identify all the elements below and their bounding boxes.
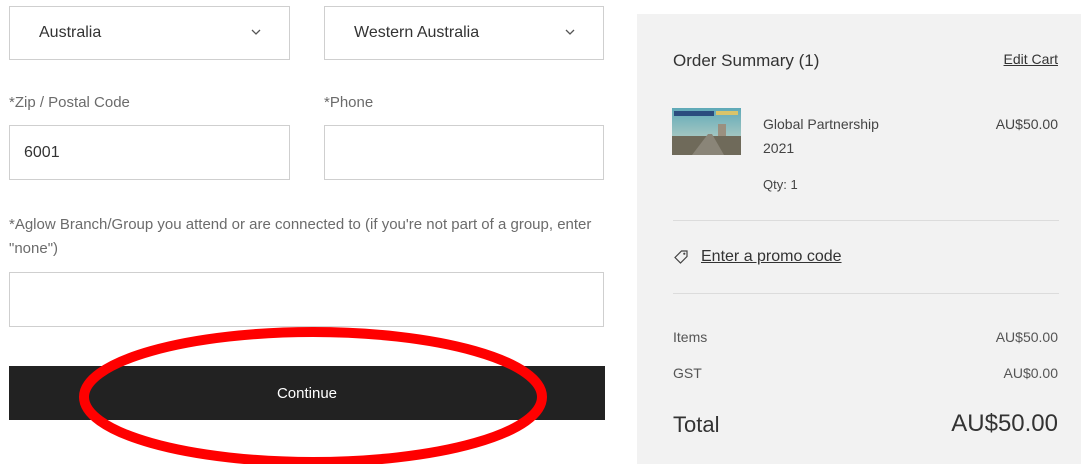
- items-label: Items: [673, 329, 708, 345]
- divider: [673, 293, 1059, 294]
- total-value: AU$50.00: [951, 410, 1058, 437]
- total-label: Total: [673, 412, 720, 437]
- edit-cart-link[interactable]: Edit Cart: [1004, 51, 1058, 67]
- items-value: AU$50.00: [995, 329, 1058, 345]
- state-select[interactable]: Western Australia: [324, 6, 604, 60]
- zip-label: *Zip / Postal Code: [9, 94, 130, 111]
- product-price: AU$50.00: [995, 116, 1058, 132]
- chevron-down-icon: [251, 29, 261, 35]
- divider: [673, 220, 1059, 221]
- promo-code-link[interactable]: Enter a promo code: [701, 248, 842, 266]
- product-thumbnail[interactable]: [672, 108, 741, 155]
- zip-field[interactable]: 6001: [9, 125, 290, 180]
- country-select-value: Australia: [39, 24, 102, 41]
- product-name: Global Partnership 2021: [763, 116, 879, 156]
- phone-label: *Phone: [324, 94, 374, 111]
- country-select[interactable]: Australia: [9, 6, 290, 60]
- branch-label: *Aglow Branch/Group you attend or are co…: [9, 216, 592, 257]
- phone-field[interactable]: [324, 125, 604, 180]
- chevron-down-icon: [565, 29, 575, 35]
- gst-label: GST: [673, 365, 702, 381]
- continue-button[interactable]: Continue: [9, 366, 605, 420]
- zip-field-value: 6001: [24, 144, 60, 161]
- product-qty: Qty: 1: [763, 177, 798, 192]
- promo-code-row[interactable]: Enter a promo code: [673, 248, 842, 266]
- state-select-value: Western Australia: [354, 24, 480, 41]
- branch-field[interactable]: [9, 272, 604, 327]
- tag-icon: [674, 250, 688, 264]
- order-summary-title: Order Summary (1): [673, 51, 820, 70]
- order-summary-panel: Order Summary (1) Edit Cart Global Partn…: [637, 14, 1081, 464]
- gst-value: AU$0.00: [1003, 365, 1058, 381]
